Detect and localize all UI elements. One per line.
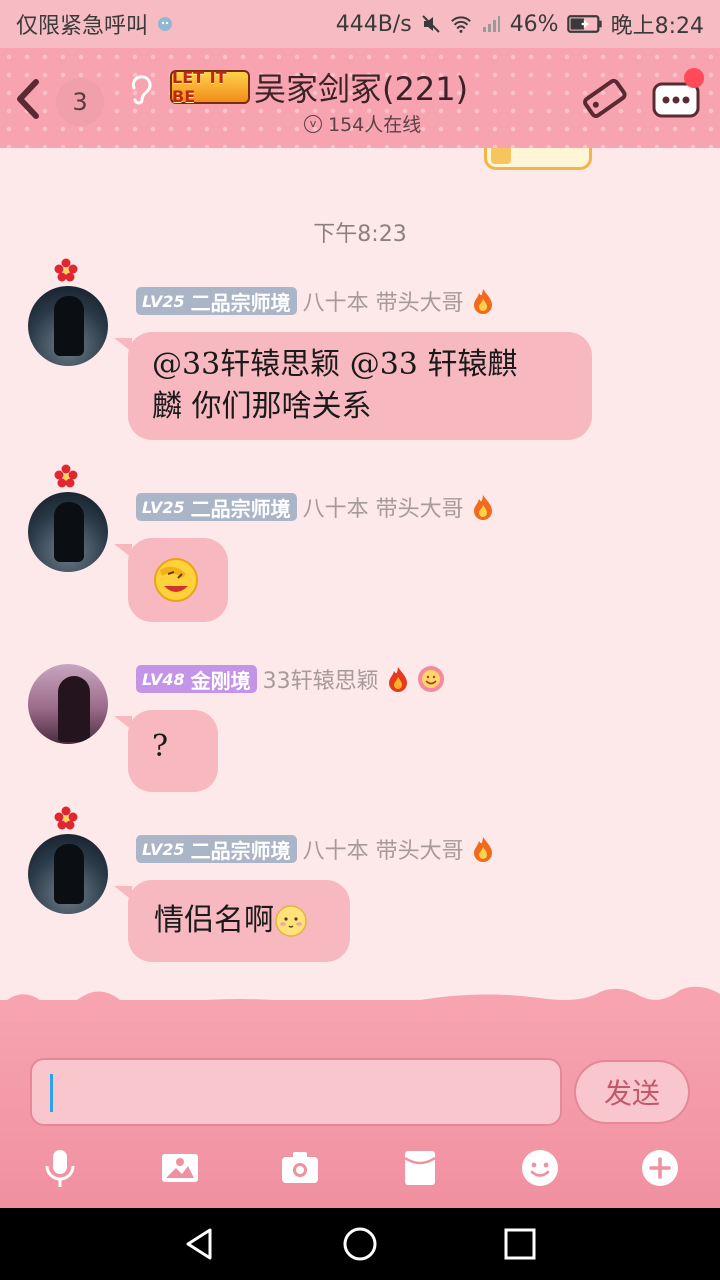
level-text: LV25 [142,291,185,311]
notification-icon [158,17,173,31]
sender-name[interactable]: 33轩辕思颖 [263,663,379,695]
image-icon[interactable] [158,1146,202,1190]
nav-recents-icon[interactable] [502,1226,538,1262]
decorative-wave [0,986,720,1022]
unread-count-badge[interactable]: 3 [56,78,104,126]
plus-icon[interactable] [638,1146,682,1190]
system-nav-bar [0,1208,720,1280]
battery-icon [566,15,602,33]
level-text: LV48 [142,669,185,689]
sender-meta: LV48 金刚境 33轩辕思颖 [136,664,445,694]
camera-icon[interactable] [278,1146,322,1190]
red-envelope-icon[interactable] [398,1146,442,1190]
wifi-icon [450,16,471,33]
carrier-text: 仅限紧急呼叫 [16,14,149,39]
input-panel: 发送 [0,986,720,1208]
avatar[interactable] [28,286,108,366]
level-badge: LV25 二品宗师境 [136,493,297,521]
signal-icon [482,16,500,32]
timestamp: 下午8:23 [313,222,407,247]
nav-back-icon[interactable] [182,1226,218,1262]
back-arrow-icon[interactable] [8,76,48,122]
group-logo-badge: LET IT BE [170,68,250,106]
tag-icon[interactable] [578,74,630,124]
flower-icon [54,806,78,830]
send-button[interactable]: 发送 [574,1060,690,1124]
rank-text: 金刚境 [190,668,251,693]
sender-meta: LV25 二品宗师境 八十本 带头大哥 [136,286,496,316]
avatar[interactable] [28,664,108,744]
notification-dot [684,68,704,88]
flame-icon [473,837,492,862]
ear-icon[interactable] [126,70,156,106]
status-bar: 仅限紧急呼叫 444B/s 46% 晚上8:24 [0,0,720,48]
rank-text: 二品宗师境 [190,496,291,521]
sender-name[interactable]: 八十本 带头大哥 [303,833,464,865]
net-speed: 444B/s [335,11,412,37]
level-text: LV25 [142,497,185,517]
chevron-down-icon: v [304,114,322,133]
text-caret [50,1074,53,1112]
level-badge: LV48 金刚境 [136,665,257,693]
flame-icon [473,495,492,520]
flame-icon [473,289,492,314]
sender-name[interactable]: 八十本 带头大哥 [303,491,464,523]
facepalm-emoji-icon [154,558,198,602]
rank-text: 二品宗师境 [190,838,291,863]
rank-text: 二品宗师境 [190,290,291,315]
message-input[interactable] [30,1058,562,1126]
message-list[interactable]: 下午8:23 LV25 二品宗师境 八十本 带头大哥 @33轩辕思颖 @33 轩… [0,148,720,1008]
online-count-text: 154人在线 [328,114,422,136]
sender-meta: LV25 二品宗师境 八十本 带头大哥 [136,492,496,522]
nav-home-icon[interactable] [342,1226,378,1262]
message-bubble[interactable] [114,538,228,622]
message-bubble[interactable]: ? [114,710,218,792]
group-title[interactable]: 吴家剑冢(221) [254,64,468,110]
emoji-icon[interactable] [518,1146,562,1190]
sticker-image[interactable] [484,148,592,170]
level-text: LV25 [142,839,185,859]
flame-icon [388,667,407,692]
message-bubble[interactable]: 情侣名啊 [114,880,350,962]
avatar[interactable] [28,492,108,572]
flower-icon [54,258,78,282]
level-badge: LV25 二品宗师境 [136,287,297,315]
online-count[interactable]: v 154人在线 [304,110,421,137]
clock: 晚上8:24 [610,14,704,39]
smiley-badge-icon [417,666,444,692]
message-text: 情侣名啊 [154,903,274,938]
blush-emoji-icon [275,905,307,937]
mute-icon [421,15,440,33]
avatar[interactable] [28,834,108,914]
message-text-line: 麟 你们那啥关系 [152,389,372,424]
chat-header: 3 LET IT BE 吴家剑冢(221) v 154人在线 [0,48,720,148]
message-bubble[interactable]: @33轩辕思颖 @33 轩辕麒 麟 你们那啥关系 [114,332,592,440]
sender-meta: LV25 二品宗师境 八十本 带头大哥 [136,834,496,864]
flower-icon [54,464,78,488]
input-toolbar [0,1140,720,1200]
microphone-icon[interactable] [38,1146,82,1190]
sender-name[interactable]: 八十本 带头大哥 [303,285,464,317]
level-badge: LV25 二品宗师境 [136,835,297,863]
battery-percent: 46% [509,11,559,37]
message-text-line: @33轩辕思颖 @33 轩辕麒 [152,347,518,382]
